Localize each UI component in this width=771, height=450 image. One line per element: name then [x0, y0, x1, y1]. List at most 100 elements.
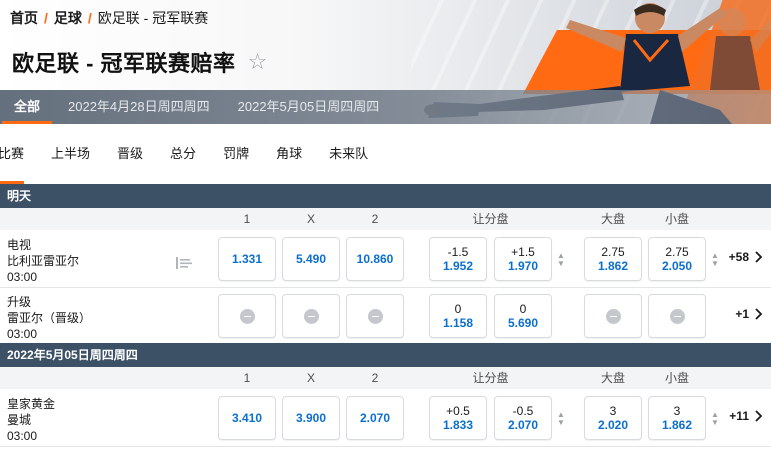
odds-price: 1.331 [231, 251, 263, 266]
odds-price: 3.410 [231, 410, 263, 425]
section-header: 明天 [0, 184, 771, 208]
locked-icon [239, 308, 255, 324]
tab-advance[interactable]: 晋级 [117, 124, 143, 184]
handicap-line: +1.5 [511, 244, 535, 259]
breadcrumb-current: 欧足联 - 冠军联赛 [97, 10, 209, 26]
market-tabs: 比赛 上半场 晋级 总分 罚牌 角球 未来队 [0, 124, 771, 184]
odds-button-draw[interactable]: 3.900 [282, 396, 340, 440]
match-teams[interactable]: 电视 比利亚雷亚尔 03:00 [7, 237, 79, 285]
under-button[interactable]: 3 1.862 [648, 396, 706, 440]
handicap-away-button[interactable]: +1.5 1.970 [494, 237, 552, 281]
match-row[interactable]: 电视 比利亚雷亚尔 03:00 1.331 5.490 10.860 -1.5 … [0, 231, 771, 288]
odds-button-home-locked [218, 294, 276, 338]
col-header-handicap: 让分盘 [472, 212, 509, 226]
chevron-right-icon [755, 410, 763, 422]
more-markets-link[interactable]: +11 [729, 409, 765, 423]
match-time: 03:00 [7, 429, 38, 443]
more-markets-count: +1 [735, 307, 749, 321]
odds-button-away[interactable]: 10.860 [346, 237, 404, 281]
over-button-locked [584, 294, 642, 338]
handicap-line: 0 [454, 301, 462, 316]
team-away-name: 曼城 [7, 413, 32, 427]
match-row[interactable]: 升级 雷亚尔（晋级） 03:00 0 1.158 0 5.690 +1 [0, 288, 771, 345]
locked-icon [367, 308, 383, 324]
breadcrumb-separator: / [87, 10, 92, 26]
date-tab-apr-28[interactable]: 2022年4月28日周四周四 [54, 90, 224, 124]
odds-price: 1.158 [442, 315, 474, 330]
line-switch-icon[interactable]: ▲ ▼ [710, 252, 720, 268]
chevron-right-icon [755, 251, 763, 263]
total-line: 2.75 [601, 244, 625, 259]
locked-icon [669, 308, 685, 324]
under-button[interactable]: 2.75 2.050 [648, 237, 706, 281]
line-switch-icon[interactable]: ▲ ▼ [710, 411, 720, 427]
handicap-line: -0.5 [512, 403, 534, 418]
odds-button-away-locked [346, 294, 404, 338]
col-header-home: 1 [243, 371, 251, 385]
more-markets-count: +11 [729, 409, 749, 423]
odds-price: 5.490 [295, 251, 327, 266]
col-header-away: 2 [371, 371, 379, 385]
match-time: 03:00 [7, 327, 38, 341]
total-line: 3 [673, 403, 681, 418]
odds-button-home[interactable]: 3.410 [218, 396, 276, 440]
date-filter-tabs: 全部 2022年4月28日周四周四 2022年5月05日周四周四 [0, 90, 771, 124]
line-switch-icon[interactable]: ▲ ▼ [556, 411, 566, 427]
handicap-home-button[interactable]: +0.5 1.833 [429, 396, 487, 440]
col-header-away: 2 [371, 212, 379, 226]
odds-price: 1.970 [507, 258, 539, 273]
handicap-away-button[interactable]: 0 5.690 [494, 294, 552, 338]
section-header: 2022年5月05日周四周四 [0, 343, 771, 367]
col-header-draw: X [306, 371, 315, 385]
tab-future-team[interactable]: 未来队 [329, 124, 368, 184]
date-tab-may-05[interactable]: 2022年5月05日周四周四 [224, 90, 394, 124]
odds-button-home[interactable]: 1.331 [218, 237, 276, 281]
team-away-name: 比利亚雷亚尔 [7, 254, 80, 268]
more-markets-link[interactable]: +58 [729, 250, 765, 264]
handicap-home-button[interactable]: 0 1.158 [429, 294, 487, 338]
match-teams[interactable]: 升级 雷亚尔（晋级） 03:00 [7, 294, 91, 342]
odds-price: 1.952 [442, 258, 474, 273]
locked-icon [303, 308, 319, 324]
tab-match[interactable]: 比赛 [0, 124, 25, 184]
tab-cards[interactable]: 罚牌 [223, 124, 249, 184]
handicap-home-button[interactable]: -1.5 1.952 [429, 237, 487, 281]
col-header-draw: X [306, 212, 315, 226]
breadcrumb-home-link[interactable]: 首页 [10, 8, 38, 28]
tab-first-half[interactable]: 上半场 [51, 124, 90, 184]
odds-button-away[interactable]: 2.070 [346, 396, 404, 440]
line-switch-icon[interactable]: ▲ ▼ [556, 252, 566, 268]
total-line: 2.75 [665, 244, 689, 259]
page-title: 欧足联 - 冠军联赛赔率 [12, 51, 236, 76]
over-button[interactable]: 2.75 1.862 [584, 237, 642, 281]
star-icon[interactable]: ☆ [248, 51, 270, 73]
column-header-row: 1 X 2 让分盘 大盘 小盘 [0, 208, 771, 230]
odds-button-draw[interactable]: 5.490 [282, 237, 340, 281]
col-header-under: 小盘 [664, 371, 689, 385]
date-tab-all[interactable]: 全部 [0, 90, 54, 124]
match-time: 03:00 [7, 270, 38, 284]
col-header-under: 小盘 [664, 212, 689, 226]
tab-totals[interactable]: 总分 [170, 124, 196, 184]
match-row[interactable]: 皇家黄金 曼城 03:00 3.410 3.900 2.070 +0.5 1.8… [0, 390, 771, 447]
locked-icon [605, 308, 621, 324]
odds-price: 2.070 [507, 417, 539, 432]
breadcrumb-sport-link[interactable]: 足球 [54, 8, 82, 28]
chevron-right-icon [755, 308, 763, 320]
col-header-over: 大盘 [600, 371, 625, 385]
page-title-row: 欧足联 - 冠军联赛赔率 ☆ [12, 46, 270, 78]
handicap-line: +0.5 [446, 403, 470, 418]
hero-banner: 首页 / 足球 / 欧足联 - 冠军联赛 欧足联 - 冠军联赛赔率 ☆ 全部 2… [0, 0, 771, 124]
over-button[interactable]: 3 2.020 [584, 396, 642, 440]
match-teams[interactable]: 皇家黄金 曼城 03:00 [7, 396, 55, 444]
handicap-away-button[interactable]: -0.5 2.070 [494, 396, 552, 440]
team-away-name: 雷亚尔（晋级） [7, 311, 92, 325]
col-header-over: 大盘 [600, 212, 625, 226]
team-home-name: 电视 [7, 238, 32, 252]
tab-corners[interactable]: 角球 [276, 124, 302, 184]
stats-icon[interactable] [176, 256, 192, 270]
odds-price: 2.020 [597, 417, 629, 432]
odds-price: 2.050 [661, 258, 693, 273]
more-markets-link[interactable]: +1 [735, 307, 765, 321]
breadcrumb: 首页 / 足球 / 欧足联 - 冠军联赛 [10, 8, 208, 28]
